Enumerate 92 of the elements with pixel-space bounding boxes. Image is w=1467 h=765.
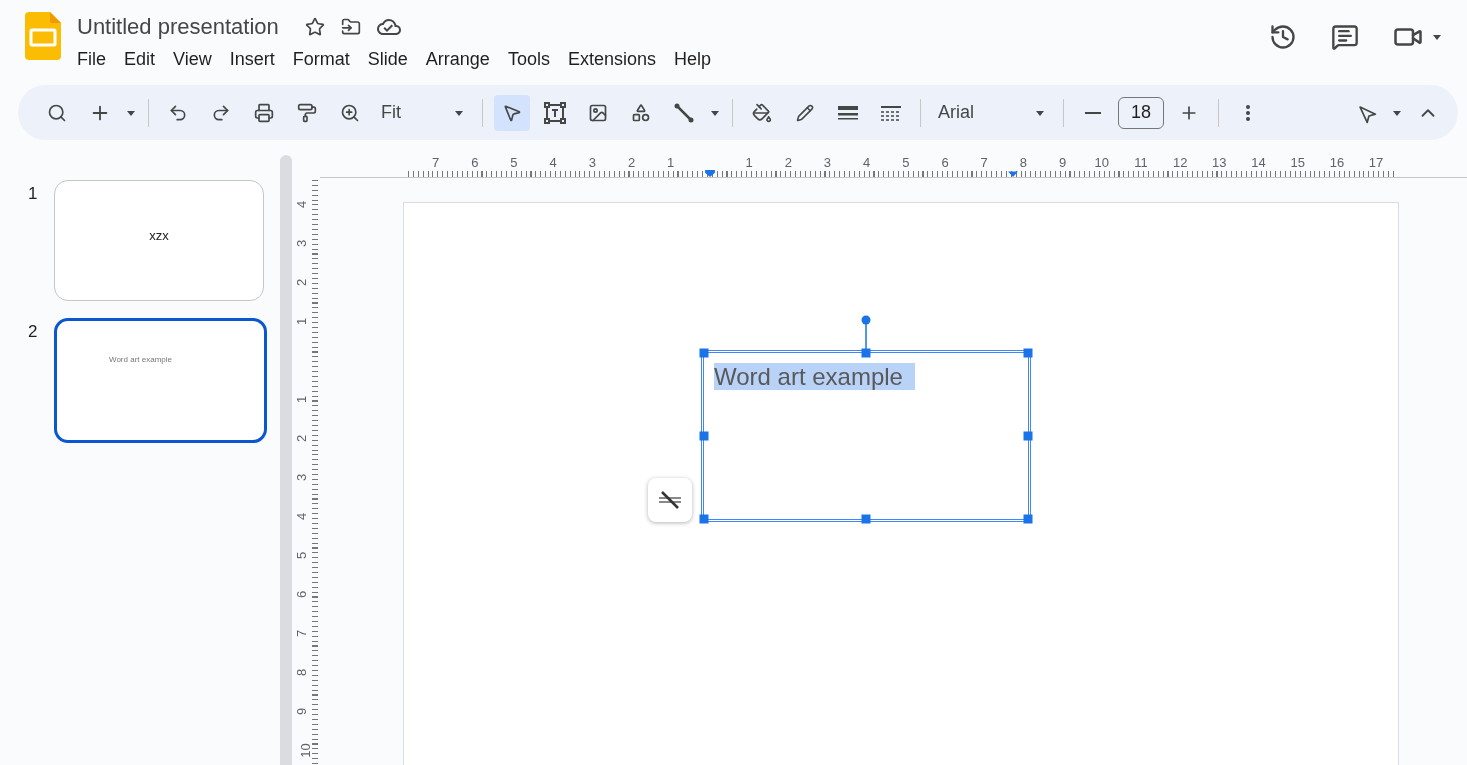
pencil-icon [796, 103, 814, 122]
menu-item[interactable]: Format [284, 46, 358, 73]
ruler-number: 4 [294, 512, 310, 520]
menu-item[interactable]: Help [665, 46, 719, 73]
ruler-number: 1 [666, 156, 676, 170]
ruler-number: 8 [1018, 156, 1028, 170]
paint-roller-icon [297, 102, 317, 123]
ruler-number: 11 [1133, 156, 1149, 170]
ruler-number: 7 [430, 156, 441, 170]
ruler-number: 6 [470, 156, 480, 170]
text-box-text[interactable]: Word art example [714, 363, 915, 390]
ruler-number: 2 [626, 156, 637, 170]
menu-item[interactable]: View [165, 46, 220, 73]
resize-handle[interactable] [1023, 348, 1033, 358]
ruler-number: 14 [1250, 156, 1267, 170]
menu-item[interactable]: Arrange [417, 46, 498, 73]
menu-item[interactable]: Slide [359, 46, 416, 73]
ruler-number: 10 [297, 742, 313, 758]
resize-handle[interactable] [1023, 431, 1033, 441]
indent-marker[interactable] [1006, 170, 1020, 177]
minus-icon [1085, 111, 1101, 114]
resize-handle[interactable] [699, 348, 709, 358]
ruler-number: 2 [294, 434, 310, 442]
ruler-number: 5 [901, 156, 911, 170]
ruler-number: 4 [862, 156, 872, 170]
move-folder-icon[interactable] [340, 17, 361, 37]
ruler-number: 16 [1328, 156, 1346, 170]
text-box-icon [543, 100, 567, 125]
ruler-number: 9 [294, 707, 310, 715]
search-icon [47, 102, 67, 123]
ruler-number: 3 [294, 239, 310, 247]
menu-item[interactable]: Insert [221, 46, 283, 73]
menu-item[interactable]: Tools [499, 46, 558, 73]
ruler-number: 4 [548, 156, 558, 170]
tool-button[interactable] [494, 94, 530, 131]
ruler-number: 4 [294, 200, 310, 208]
format-options-button[interactable] [648, 478, 692, 522]
font-dropdown[interactable]: Arial [932, 94, 1052, 131]
slide-thumbnail[interactable]: xzx [54, 180, 264, 301]
line-icon [673, 101, 695, 124]
ruler-number: 2 [294, 278, 310, 286]
ruler-number: 1 [744, 156, 754, 170]
ruler-number: 8 [294, 668, 310, 676]
comment-icon[interactable] [1331, 23, 1359, 51]
ruler-number: 9 [1057, 156, 1068, 170]
ruler-number: 5 [294, 551, 310, 559]
ruler-number: 3 [294, 473, 310, 481]
image-icon [588, 102, 608, 123]
ruler-number: 3 [587, 156, 597, 170]
ruler-number: 13 [1211, 156, 1228, 170]
scrollbar[interactable] [280, 155, 292, 765]
ruler-number: 2 [783, 156, 793, 170]
line-dash-icon [880, 103, 902, 122]
slide-number: 2 [28, 321, 39, 342]
ruler-number: 1 [294, 317, 310, 325]
shapes-icon [631, 102, 651, 123]
zoom-in-icon [340, 102, 360, 123]
history-icon[interactable] [1269, 23, 1297, 51]
redo-icon [211, 102, 231, 123]
zoom-dropdown[interactable]: Fit [375, 94, 471, 131]
ruler-number: 6 [940, 156, 950, 170]
strikethrough-icon [657, 489, 683, 511]
rotate-handle[interactable] [861, 315, 871, 349]
ruler-number: 6 [294, 590, 310, 598]
menu-item[interactable]: File [69, 46, 114, 73]
paint-bucket-icon [752, 102, 772, 123]
resize-handle[interactable] [861, 348, 871, 358]
menu-item[interactable]: Edit [116, 46, 164, 73]
slide-thumbnail[interactable]: Word art example [54, 318, 267, 443]
star-icon[interactable] [304, 17, 325, 37]
ruler-number: 3 [822, 156, 833, 170]
printer-icon [254, 102, 274, 123]
slide-number: 1 [28, 183, 39, 204]
ruler-number: 12 [1171, 156, 1189, 170]
ruler-number: 1 [294, 395, 310, 403]
resize-handle[interactable] [861, 514, 871, 524]
ruler-number: 17 [1367, 156, 1385, 170]
menu-item[interactable]: Extensions [559, 46, 664, 73]
ruler-number: 7 [979, 156, 989, 170]
resize-handle[interactable] [699, 514, 709, 524]
resize-handle[interactable] [699, 431, 709, 441]
ruler-number: 10 [1093, 156, 1110, 170]
ruler-number: 7 [294, 629, 310, 637]
font-size-field[interactable]: 18 [1118, 96, 1164, 129]
indent-marker[interactable] [703, 170, 717, 177]
resize-handle[interactable] [1023, 514, 1033, 524]
ruler-number: 15 [1289, 156, 1306, 170]
document-title[interactable]: Untitled presentation [77, 14, 279, 40]
more-icon [1246, 104, 1250, 121]
line-weight-icon [837, 103, 859, 122]
undo-icon [168, 102, 188, 123]
ruler-number: 5 [509, 156, 519, 170]
